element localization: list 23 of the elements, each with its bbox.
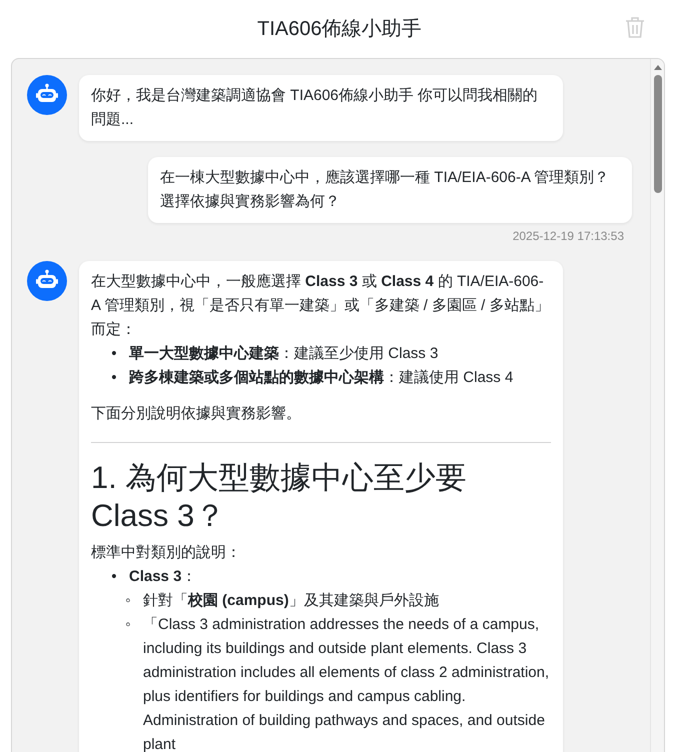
list-item-text: 單一大型數據中心建築：建議至少使用 Class 3 [129,344,438,364]
message-timestamp: 2025-12-19 17:13:53 [512,228,624,245]
message-text: 你好，我是台灣建築調適協會 TIA606佈線小助手 你可以問我相關的問題... [91,86,539,130]
scrollbar-thumb[interactable] [654,75,662,193]
list-bullet: • [110,344,118,364]
bot-avatar-icon [27,261,67,301]
list-bullet: • [110,368,118,388]
message-text: 下面分別說明依據與實務影響。 [91,404,302,424]
list-item-text: 「Class 3 administration addresses the needs of a campus, including its buildings and outside plant elements. Class 3 administration includes all elements of class 2 administration, plus identifiers for buildings and campus cabling. Administration of building pathways and spaces, and outside plant [143,615,550,752]
bot-avatar-icon [27,75,67,115]
message-text: 標準中對類別的說明： [91,543,242,563]
list-bullet: ◦ [124,591,132,611]
app-title: TIA606佈線小助手 [257,17,422,42]
list-bullet: • [110,567,118,587]
list-bullet: ◦ [124,615,132,635]
list-item-text: 針對「校園 (campus)」及其建築與戶外設施 [143,591,439,611]
message-text: 在大型數據中心中，一般應選擇 Class 3 或 Class 4 的 TIA/EIA-606-A 管理類別，視「是否只有單一建築」或「多建築 / 多園區 / 多站點」而定： [91,272,550,340]
message-text: 在一棟大型數據中心中，應該選擇哪一種 TIA/EIA-606-A 管理類別？選擇依據與實務影響為何？ [160,168,610,212]
list-item-text: Class 3： [129,567,197,587]
message-heading: 1. 為何大型數據中心至少要 Class 3？ [91,459,468,535]
scrollbar[interactable] [650,59,664,752]
list-item-text: 跨多棟建築或多個站點的數據中心架構：建議使用 Class 4 [129,368,514,388]
scroll-up-icon[interactable] [652,63,662,71]
